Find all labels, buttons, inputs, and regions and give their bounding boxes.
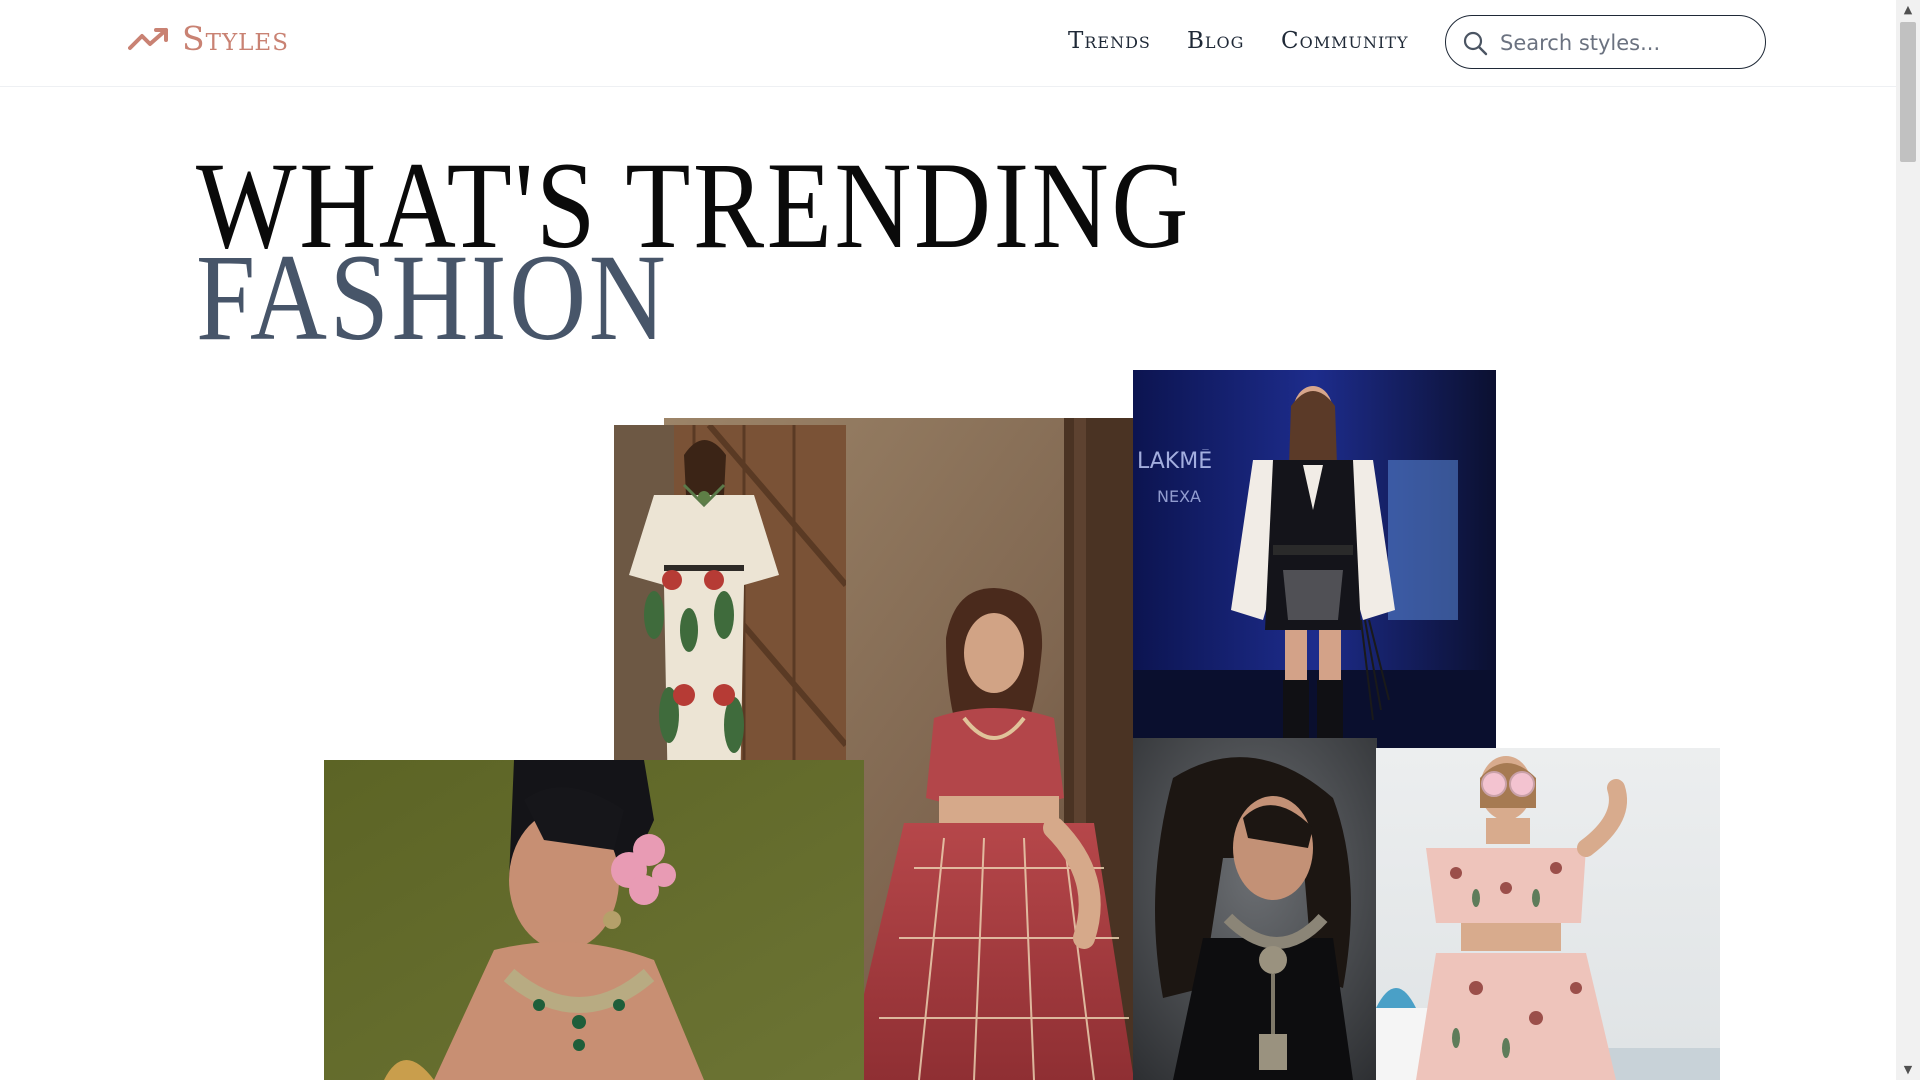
photo-floral-co-ord[interactable] <box>1376 748 1720 1080</box>
brand-name: Styles <box>182 19 289 58</box>
svg-text:LAKMĒ: LAKMĒ <box>1137 449 1212 474</box>
nav-link-community[interactable]: Community <box>1281 28 1409 54</box>
nav-link-blog[interactable]: Blog <box>1187 28 1244 54</box>
hero-title: WHAT'S TRENDING FASHION <box>196 144 1353 366</box>
hero-title-line-2: FASHION <box>196 229 669 366</box>
scrollbar-thumb[interactable] <box>1900 22 1916 162</box>
svg-text:NEXA: NEXA <box>1157 487 1201 506</box>
vertical-scrollbar[interactable]: ▲ ▼ <box>1896 0 1920 1080</box>
photo-oxidised-necklace[interactable] <box>1133 738 1377 1080</box>
photo-runway-black-vest[interactable]: LAKMĒ NEXA <box>1133 370 1496 748</box>
search-box <box>1445 15 1766 69</box>
site-header: Styles Trends Blog Community <box>0 0 1896 87</box>
page: Styles Trends Blog Community WHAT'S TREN… <box>0 0 1896 1080</box>
search-icon[interactable] <box>1462 30 1488 56</box>
search-input[interactable] <box>1498 22 1752 64</box>
scroll-down-arrow-icon[interactable]: ▼ <box>1896 1060 1920 1080</box>
brand-logo-link[interactable]: Styles <box>128 22 289 55</box>
scroll-up-arrow-icon[interactable]: ▲ <box>1896 0 1920 20</box>
nav-link-trends[interactable]: Trends <box>1068 28 1151 54</box>
trending-up-icon <box>128 27 168 50</box>
photo-statement-choker[interactable] <box>324 760 864 1080</box>
